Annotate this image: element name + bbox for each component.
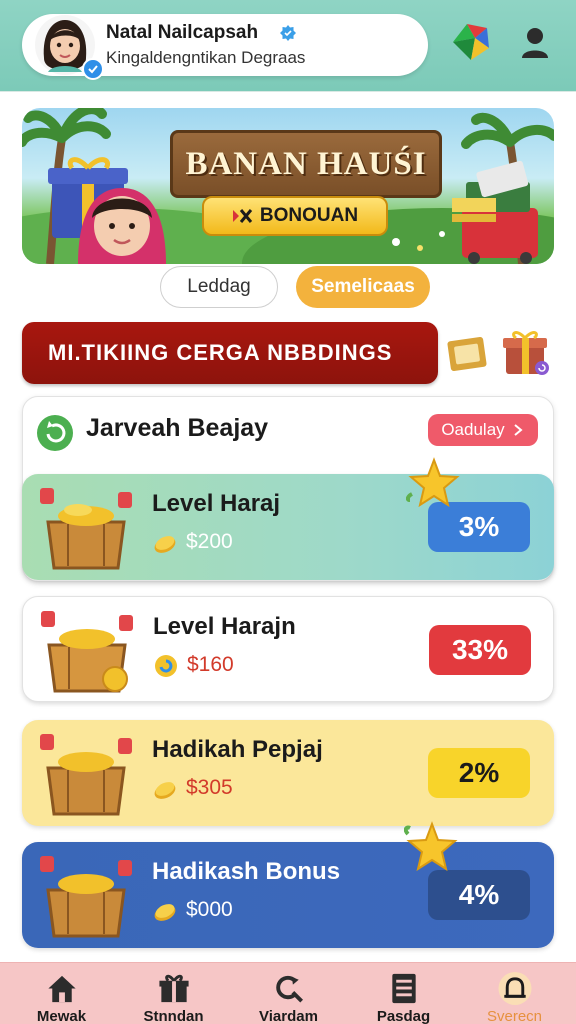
ticket-icon[interactable] xyxy=(446,334,488,374)
reward-title: Hadikah Pepjaj xyxy=(152,736,323,763)
refresh-icon[interactable] xyxy=(36,414,74,452)
schedule-label: Oadulay xyxy=(441,420,505,439)
nav-item-home[interactable]: Mewak xyxy=(4,963,119,1024)
reward-row[interactable]: Level Haraj $200 3% xyxy=(22,474,554,580)
reward-row[interactable]: Hadikash Bonus $000 4% xyxy=(22,842,554,948)
coin-icon xyxy=(154,782,176,799)
reward-amount: $160 xyxy=(187,653,234,676)
schedule-button[interactable]: Oadulay xyxy=(428,414,538,446)
coin-icon xyxy=(154,536,176,553)
treasure-chest-icon xyxy=(40,734,132,816)
promo-text: MI.TIKIING CERGA NBBDINGS xyxy=(48,340,393,365)
play-cross-icon xyxy=(232,209,253,223)
star-icon xyxy=(404,821,458,872)
reward-amount: $200 xyxy=(186,530,233,553)
shield-badge-icon xyxy=(82,58,104,80)
reward-amount: $305 xyxy=(186,776,233,799)
profile-card[interactable]: Natal Nailcapsah Kingaldengntikan Degraa… xyxy=(22,14,428,80)
verified-icon xyxy=(280,25,296,41)
nav-item-store[interactable]: Stnndan xyxy=(116,963,231,1024)
banner-button-label: BONOUAN xyxy=(259,205,359,226)
gift-box-icon[interactable] xyxy=(500,326,552,376)
nav-item-notifications[interactable]: Sverecn xyxy=(457,963,572,1024)
profile-name: Natal Nailcapsah xyxy=(106,22,259,43)
nav-label: Stnndan xyxy=(143,1008,204,1024)
reward-percent-badge[interactable]: 2% xyxy=(428,748,530,798)
treasure-chest-icon xyxy=(40,856,132,938)
chevron-right-icon xyxy=(514,424,523,436)
nav-label: Viardam xyxy=(259,1008,318,1024)
profile-subtitle: Kingaldengntikan Degraas xyxy=(106,48,306,67)
tab-ledger[interactable]: Leddag xyxy=(160,266,278,308)
nav-label: Sverecn xyxy=(486,1008,543,1024)
list-icon xyxy=(391,973,416,1004)
reward-row[interactable]: Hadikah Pepjaj $305 2% xyxy=(22,720,554,826)
promo-banner[interactable]: BANAN HAUŚI BONOUAN xyxy=(22,108,554,264)
treasure-chest-icon xyxy=(40,488,132,570)
nav-item-list[interactable]: Pasdag xyxy=(346,963,461,1024)
banner-title: BANAN HAUŚI xyxy=(185,145,427,182)
banner-title-sign: BANAN HAUŚI xyxy=(170,130,442,198)
panel-title: Jarveah Beajay xyxy=(86,414,269,442)
nav-label: Pasdag xyxy=(376,1008,431,1024)
reward-amount: $000 xyxy=(186,898,233,921)
star-icon xyxy=(406,457,460,508)
promo-bar[interactable]: MI.TIKIING CERGA NBBDINGS xyxy=(22,322,438,384)
reward-title: Level Haraj xyxy=(152,490,281,517)
home-icon xyxy=(47,975,76,1003)
user-icon[interactable] xyxy=(520,26,550,60)
tab-specials[interactable]: Semelicaas xyxy=(296,266,430,308)
bell-icon xyxy=(497,971,532,1006)
reward-row[interactable]: Level Harajn $160 33% xyxy=(22,596,554,702)
nav-item-search[interactable]: Viardam xyxy=(231,963,346,1024)
nav-label: Mewak xyxy=(36,1008,87,1024)
app-header: Natal Nailcapsah Kingaldengntikan Degraa… xyxy=(0,0,576,92)
banner-bonus-button[interactable]: BONOUAN xyxy=(202,196,388,236)
swirl-coin-icon xyxy=(155,655,177,677)
app-logo-icon[interactable] xyxy=(449,18,493,64)
avatar[interactable] xyxy=(34,14,104,80)
reward-percent-badge[interactable]: 4% xyxy=(428,870,530,920)
search-icon xyxy=(275,975,303,1003)
reward-title: Level Harajn xyxy=(153,613,296,640)
coin-icon xyxy=(154,904,176,921)
reward-title: Hadikash Bonus xyxy=(152,858,341,885)
treasure-chest-icon xyxy=(41,611,133,693)
gift-box-icon xyxy=(158,974,189,1003)
bottom-nav: Mewak Stnndan Viardam Pasdag Sverecn xyxy=(0,962,576,1024)
reward-percent-badge[interactable]: 33% xyxy=(429,625,531,675)
